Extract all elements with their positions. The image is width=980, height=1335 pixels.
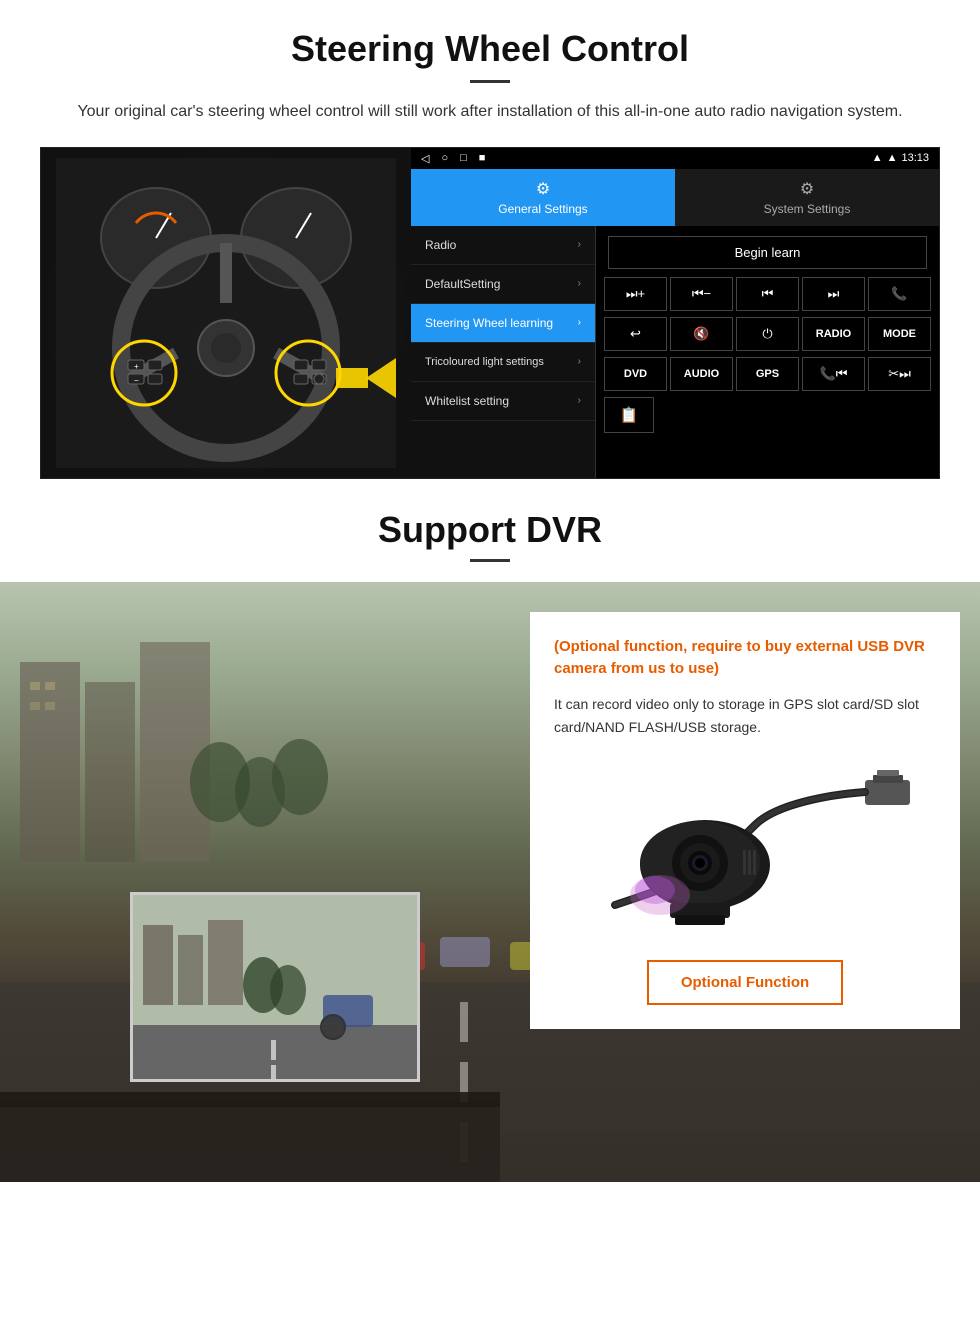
chevron-right-icon: › (578, 239, 581, 250)
dvr-info-card: (Optional function, require to buy exter… (530, 612, 960, 1030)
android-right-panel: Begin learn ⏭+ ⏮− ⏮ ⏭ 📞 ↩ 🔇 ⏻ (596, 226, 939, 478)
chevron-right-icon: › (578, 395, 581, 406)
steering-wheel-svg: + − (56, 158, 396, 468)
dvr-section: Support DVR (0, 479, 980, 1182)
dvr-optional-text: (Optional function, require to buy exter… (554, 636, 936, 681)
nav-power-icon: ■ (479, 152, 486, 164)
dvr-camera-svg (575, 765, 915, 935)
tab-general-settings[interactable]: ⚙ General Settings (411, 169, 675, 226)
chevron-right-icon: › (578, 317, 581, 328)
nav-back-icon: ◁ (421, 152, 429, 165)
steering-wheel-section: Steering Wheel Control Your original car… (0, 0, 980, 479)
signal-icon: ▲ (872, 152, 883, 164)
ctrl-audio[interactable]: AUDIO (670, 357, 733, 391)
dvr-body-text: It can record video only to storage in G… (554, 693, 936, 741)
ctrl-camera[interactable]: 📋 (604, 397, 654, 433)
dvr-main-area: (Optional function, require to buy exter… (0, 582, 980, 1182)
ctrl-phone-prev[interactable]: 📞⏮ (802, 357, 865, 391)
general-settings-icon: ⚙ (536, 179, 550, 199)
chevron-right-icon: › (578, 356, 581, 367)
tab-system-settings[interactable]: ⚙ System Settings (675, 169, 939, 226)
dvr-camera-illustration (554, 760, 936, 940)
dvr-title: Support DVR (40, 509, 940, 551)
ctrl-cut-next[interactable]: ✂⏭ (868, 357, 931, 391)
ctrl-dvd[interactable]: DVD (604, 357, 667, 391)
ctrl-gps[interactable]: GPS (736, 357, 799, 391)
ctrl-mode[interactable]: MODE (868, 317, 931, 351)
system-settings-icon: ⚙ (800, 179, 814, 199)
ctrl-back[interactable]: ↩ (604, 317, 667, 351)
steering-wheel-photo: + − (41, 148, 411, 478)
tab-general-label: General Settings (498, 202, 587, 216)
android-statusbar: ◁ ○ □ ■ ▲ ▲ 13:13 (411, 148, 939, 169)
ctrl-bottom-row: 📋 (604, 397, 931, 433)
ctrl-phone[interactable]: 📞 (868, 277, 931, 311)
ctrl-power[interactable]: ⏻ (736, 317, 799, 351)
title-divider (470, 80, 510, 83)
ctrl-vol-down[interactable]: ⏮− (670, 277, 733, 311)
menu-item-tricoloured[interactable]: Tricoloured light settings › (411, 343, 595, 382)
menu-item-whitelist[interactable]: Whitelist setting › (411, 382, 595, 421)
page-title: Steering Wheel Control (40, 28, 940, 70)
nav-recent-icon: □ (460, 152, 467, 164)
ctrl-vol-up[interactable]: ⏭+ (604, 277, 667, 311)
nav-home-icon: ○ (441, 152, 448, 164)
ctrl-prev-track[interactable]: ⏮ (736, 277, 799, 311)
section-subtitle: Your original car's steering wheel contr… (60, 99, 920, 125)
ctrl-mute[interactable]: 🔇 (670, 317, 733, 351)
begin-learn-area: Begin learn (604, 234, 931, 271)
menu-item-defaultsetting[interactable]: DefaultSetting › (411, 265, 595, 304)
svg-text:+: + (134, 362, 139, 371)
dvr-thumb-svg (133, 895, 420, 1082)
svg-text:−: − (134, 376, 139, 385)
ctrl-row-3: DVD AUDIO GPS 📞⏮ ✂⏭ (604, 357, 931, 391)
menu-item-radio[interactable]: Radio › (411, 226, 595, 265)
status-time: 13:13 (901, 152, 929, 164)
ctrl-radio[interactable]: RADIO (802, 317, 865, 351)
dvr-title-area: Support DVR (0, 479, 980, 582)
menu-item-steering-wheel[interactable]: Steering Wheel learning › (411, 304, 595, 343)
android-menu: Radio › DefaultSetting › Steering Wheel … (411, 226, 596, 478)
android-content: Radio › DefaultSetting › Steering Wheel … (411, 226, 939, 478)
android-tabs: ⚙ General Settings ⚙ System Settings (411, 169, 939, 226)
optional-function-button[interactable]: Optional Function (647, 960, 843, 1005)
ctrl-row-2: ↩ 🔇 ⏻ RADIO MODE (604, 317, 931, 351)
ctrl-row-1: ⏭+ ⏮− ⏮ ⏭ 📞 (604, 277, 931, 311)
android-mockup: + − ◁ (40, 147, 940, 479)
chevron-right-icon: › (578, 278, 581, 289)
tab-system-label: System Settings (764, 202, 851, 216)
android-panel: ◁ ○ □ ■ ▲ ▲ 13:13 ⚙ General Settings ⚙ S… (411, 148, 939, 478)
ctrl-next-track[interactable]: ⏭ (802, 277, 865, 311)
wifi-icon: ▲ (887, 152, 898, 164)
dvr-thumbnail (130, 892, 420, 1082)
dvr-title-divider (470, 559, 510, 562)
begin-learn-button[interactable]: Begin learn (608, 236, 927, 269)
